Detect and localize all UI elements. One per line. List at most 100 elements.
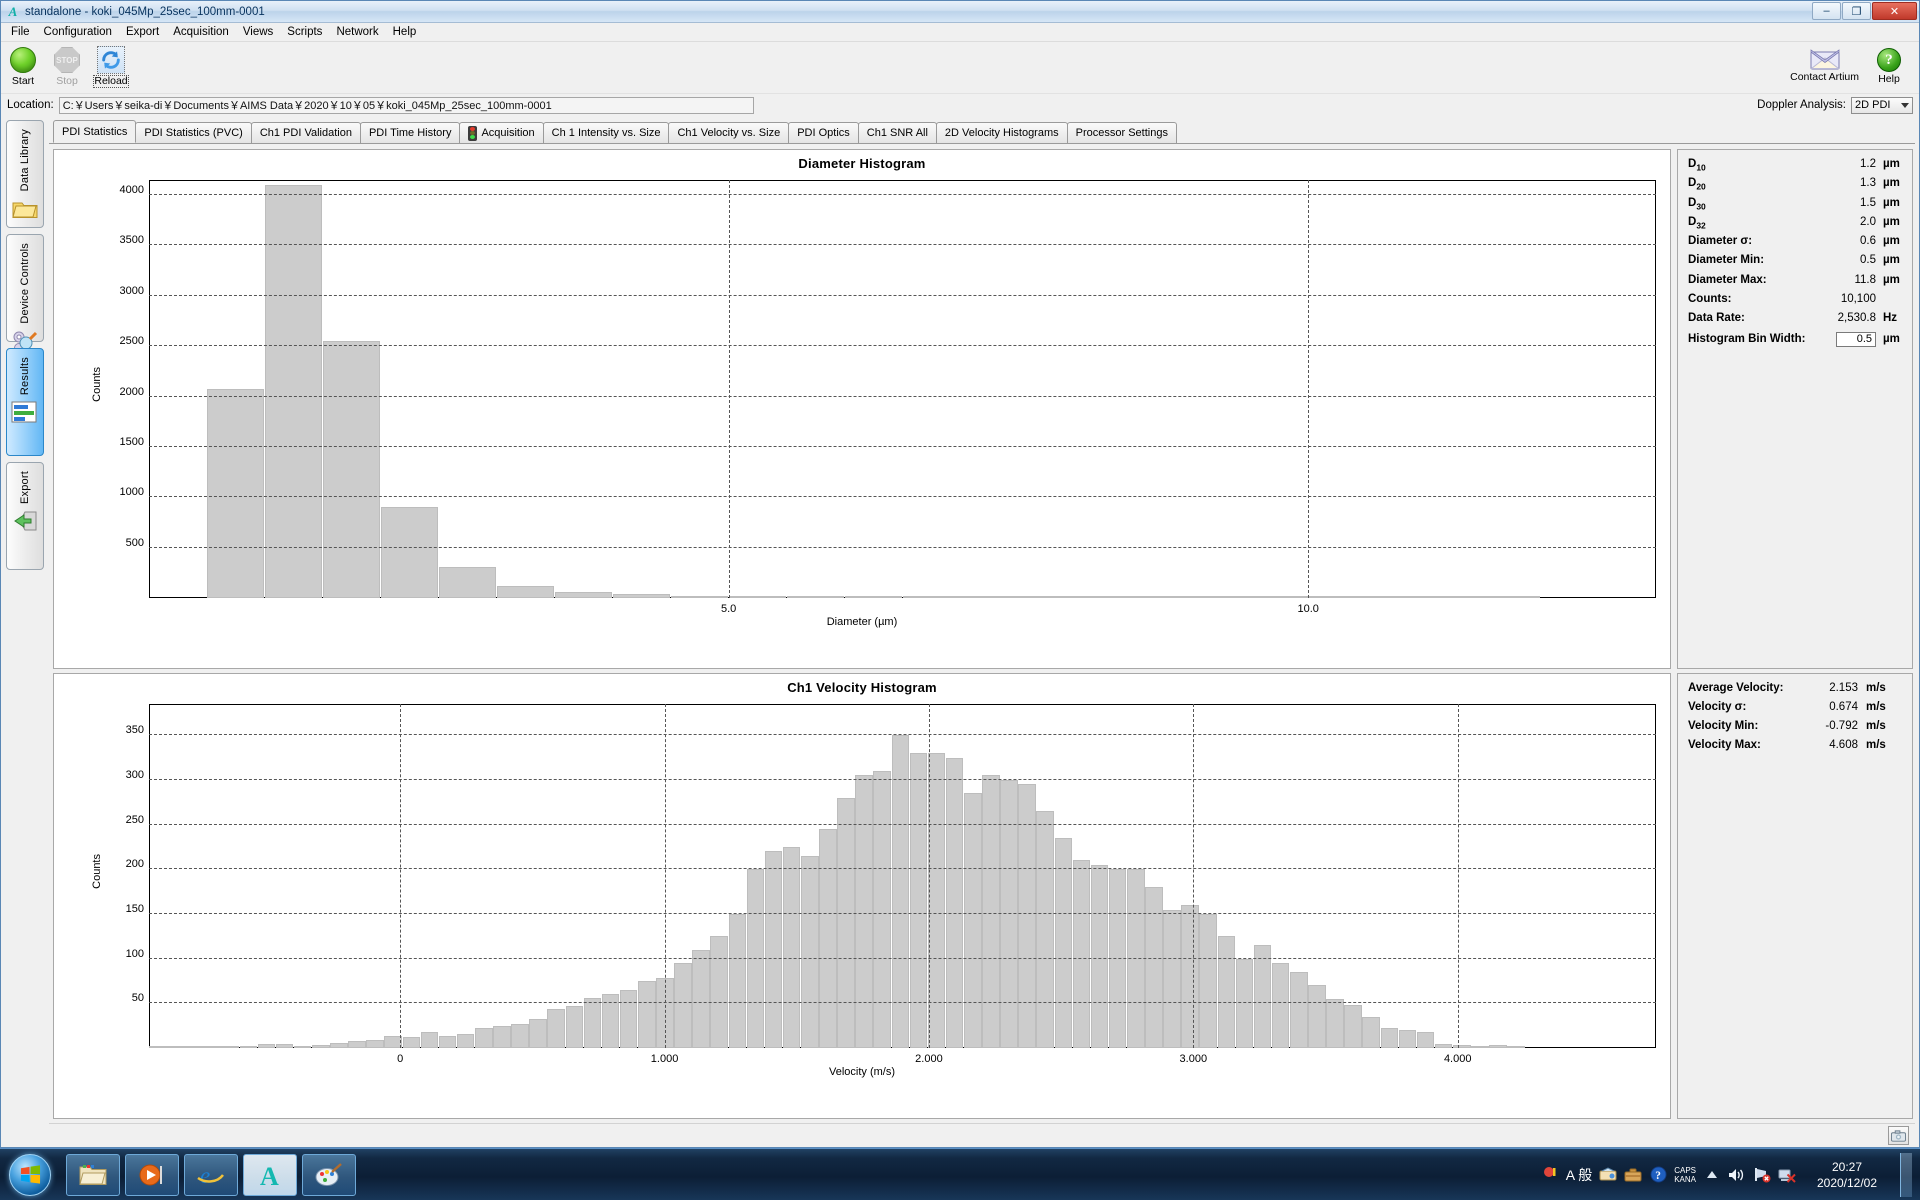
tab-ch1-velocity-vs-size[interactable]: Ch1 Velocity vs. Size	[668, 122, 790, 143]
histogram-bar	[1126, 869, 1145, 1048]
velocity-stat-value: 0.674	[1829, 701, 1858, 713]
velocity-plot[interactable]: 50 100 150 200 250 300 350 0 1.000 2.000 3.000 4.00…	[126, 704, 1656, 1065]
network-adapter-disabled-icon[interactable]	[1778, 1166, 1796, 1184]
menu-export[interactable]: Export	[119, 24, 166, 40]
tab-ch1-pdi-validation[interactable]: Ch1 PDI Validation	[250, 122, 361, 143]
camera-snapshot-icon[interactable]	[1888, 1126, 1909, 1145]
stop-button-label: Stop	[56, 75, 78, 87]
diameter-stat-unit: µm	[1883, 158, 1900, 170]
histogram-bar	[438, 566, 497, 598]
histogram-bar	[456, 1033, 475, 1048]
kana-label: KANA	[1674, 1174, 1696, 1184]
diameter-stat-label: Counts:	[1688, 293, 1732, 306]
histogram-bar	[348, 1040, 366, 1048]
histogram-bar	[493, 1025, 511, 1048]
histogram-bar	[1054, 838, 1073, 1048]
help-icon: ?	[1877, 48, 1901, 72]
histogram-bar	[728, 913, 747, 1048]
ime-help-icon[interactable]: ?	[1649, 1166, 1667, 1184]
show-hidden-icons-icon[interactable]	[1703, 1166, 1721, 1184]
title-bar: A standalone - koki_045Mp_25sec_100mm-00…	[1, 1, 1919, 23]
tab-2d-velocity-histograms[interactable]: 2D Velocity Histograms	[935, 122, 1068, 143]
histogram-bar	[203, 1046, 221, 1048]
tab-processor-settings[interactable]: Processor Settings	[1066, 122, 1177, 143]
histogram-bar	[1489, 1045, 1507, 1048]
stop-icon-glyph: STOP	[54, 47, 80, 73]
volume-icon[interactable]	[1728, 1166, 1746, 1184]
stop-button[interactable]: STOP Stop	[45, 42, 89, 92]
sidebar-item-data-library[interactable]: Data Library	[6, 120, 44, 228]
histogram-bin-width-input[interactable]	[1836, 331, 1876, 347]
taskbar-item-media-player[interactable]	[125, 1153, 179, 1196]
close-button[interactable]: ✕	[1872, 2, 1917, 20]
chevron-down-icon	[1901, 102, 1909, 108]
velocity-stat-row: Velocity Max: 4.608 m/s	[1688, 739, 1902, 758]
velocity-stat-label: Velocity Max:	[1688, 739, 1761, 751]
taskbar-item-explorer-folder[interactable]	[66, 1153, 120, 1196]
menu-scripts[interactable]: Scripts	[280, 24, 329, 40]
help-button[interactable]: ? Help	[1867, 42, 1911, 92]
tab-strip: PDI Statistics PDI Statistics (PVC) Ch1 …	[49, 120, 1915, 144]
ime-toolbox-icon[interactable]	[1624, 1166, 1642, 1184]
ime-mode-indicator[interactable]: A 般	[1566, 1165, 1592, 1185]
diameter-plot[interactable]: 500 1000 1500 2000 2500 3000 3500 4000 5.0 10.0	[120, 180, 1656, 615]
minimize-button[interactable]: –	[1812, 2, 1841, 20]
tab-acquisition[interactable]: Acquisition	[459, 122, 544, 143]
tab-pdi-statistics-pvc[interactable]: PDI Statistics (PVC)	[135, 122, 252, 143]
diameter-stat-label: D20	[1688, 177, 1706, 192]
doppler-analysis-select[interactable]: 2D PDI	[1851, 96, 1913, 114]
tab-pdi-optics[interactable]: PDI Optics	[788, 122, 859, 143]
tab-ch1-snr-all[interactable]: Ch1 SNR All	[857, 122, 937, 143]
sidebar-item-results[interactable]: Results	[6, 348, 44, 456]
media-player-icon	[139, 1164, 162, 1185]
clock[interactable]: 20:27 2020/12/02	[1803, 1159, 1887, 1191]
histogram-bar	[565, 1006, 584, 1048]
histogram-bar	[786, 596, 845, 598]
y-axis-tick-label: 1000	[119, 486, 144, 499]
gridline-horizontal	[149, 868, 1656, 870]
diameter-stat-row: Data Rate: 2,530.8 Hz	[1688, 312, 1902, 331]
histogram-bin-width-row: Histogram Bin Width: µm	[1688, 331, 1902, 351]
sidebar-item-device-controls[interactable]: Device Controls	[6, 234, 44, 353]
diameter-stat-unit: Hz	[1883, 312, 1898, 325]
tab-ch1-intensity-vs-size[interactable]: Ch 1 Intensity vs. Size	[542, 122, 670, 143]
tab-pdi-time-history[interactable]: PDI Time History	[359, 122, 461, 143]
location-input[interactable]	[58, 96, 754, 114]
velocity-stat-unit: m/s	[1866, 682, 1886, 694]
reload-button[interactable]: Reload	[89, 42, 133, 92]
network-disconnected-icon[interactable]	[1753, 1166, 1771, 1184]
show-desktop-button[interactable]	[1900, 1152, 1912, 1197]
stop-icon: STOP	[52, 45, 82, 75]
gridline-horizontal	[149, 294, 1656, 296]
start-button[interactable]: Start	[1, 42, 45, 92]
start-button[interactable]	[6, 1153, 54, 1197]
y-axis-tick-label: 350	[125, 724, 144, 737]
menu-help[interactable]: Help	[386, 24, 424, 40]
menu-network[interactable]: Network	[329, 24, 385, 40]
velocity-row: Ch1 Velocity Histogram 50 100 150 200 250 300…	[53, 673, 1913, 1119]
ime-caps-kana-indicator[interactable]: CAPS KANA	[1674, 1166, 1696, 1184]
menu-acquisition[interactable]: Acquisition	[166, 24, 236, 40]
diameter-stat-value: 2,530.8	[1837, 312, 1876, 325]
menu-configuration[interactable]: Configuration	[37, 24, 119, 40]
ime-pad-icon[interactable]	[1599, 1166, 1617, 1184]
diameter-histogram-title: Diameter Histogram	[798, 156, 926, 171]
histogram-bar	[637, 981, 656, 1048]
y-axis-tick-label: 250	[125, 813, 144, 826]
contact-artium-button[interactable]: Contact Artium	[1782, 42, 1867, 92]
velocity-stats-list: Average Velocity: 2.153 m/s Velocity σ: 0.67…	[1688, 682, 1902, 758]
maximize-button[interactable]: ❐	[1842, 2, 1871, 20]
tab-label: Ch1 PDI Validation	[259, 127, 352, 139]
app-icon: A	[8, 3, 18, 19]
sidebar-item-label: Results	[19, 357, 31, 396]
menu-file[interactable]: File	[4, 24, 37, 40]
taskbar-item-paint[interactable]	[302, 1153, 356, 1196]
y-axis-tick-label: 4000	[119, 184, 144, 197]
action-center-icon[interactable]	[1541, 1166, 1559, 1184]
taskbar-item-internet-explorer[interactable]: e	[184, 1153, 238, 1196]
menu-views[interactable]: Views	[236, 24, 280, 40]
sidebar-item-export[interactable]: Export	[6, 462, 44, 570]
taskbar-item-aims-app[interactable]: A	[243, 1153, 297, 1196]
velocity-stat-row: Average Velocity: 2.153 m/s	[1688, 682, 1902, 701]
tab-pdi-statistics[interactable]: PDI Statistics	[53, 120, 137, 143]
